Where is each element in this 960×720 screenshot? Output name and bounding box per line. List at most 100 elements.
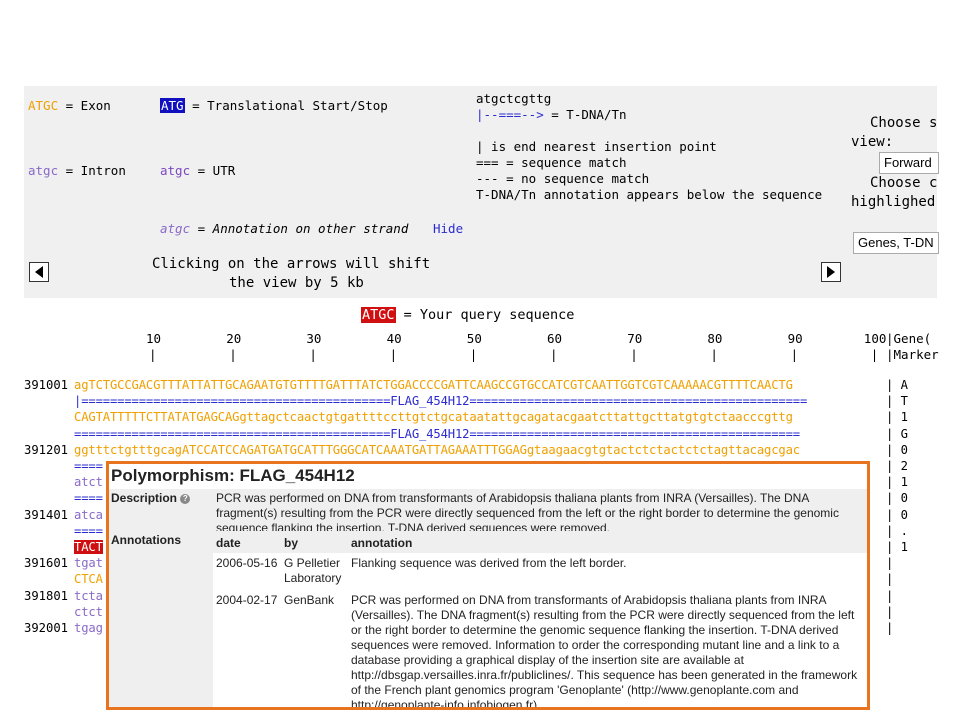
legend-other-strand: atgc = Annotation on other strand [160, 221, 416, 236]
gene-marker-cell: | 0 [886, 491, 909, 506]
start-label: = Translational Start/Stop [184, 98, 388, 113]
ruler-tick-mark: | [550, 347, 558, 362]
sequence-line: tcta [74, 588, 103, 603]
gene-marker-cell: | A [886, 378, 909, 392]
sequence-line: TACT [74, 540, 103, 554]
query-sample: ATGC [361, 307, 396, 323]
description-row: Description ? PCR was performed on DNA f… [109, 489, 867, 535]
gene-marker-cell: | [886, 572, 894, 587]
gene-marker-cell: | [886, 556, 894, 571]
legend-panel: ATGC = Exon ATG = Translational Start/St… [24, 86, 939, 298]
ruler-tick-mark: | [389, 347, 398, 362]
sequence-line: ggtttctgtttgcagATCCATCCAGATGATGCATTTGGGC… [74, 442, 800, 457]
sequence-line: |=======================================… [74, 394, 808, 409]
col-annotation-header: annotation [351, 536, 413, 550]
gene-marker-cell: | . [886, 523, 909, 538]
ruler-tick-label: 30 [306, 331, 322, 346]
polymorphism-popup: Polymorphism: FLAG_454H12 Description ? … [106, 461, 870, 710]
gene-marker-cell: | T [886, 394, 909, 409]
gene-marker-cell: | 0 [886, 442, 909, 457]
match-note: === = sequence match [476, 155, 627, 170]
annotations-label: Annotations [111, 533, 181, 547]
utr-label: = UTR [190, 163, 236, 178]
gene-marker-cell: | 1 [886, 410, 909, 425]
choose-highlight-label: Choose c [870, 175, 938, 191]
sequence-line: CTCA [74, 572, 103, 587]
ruler-tick-label: 100 [863, 331, 887, 346]
tdna-label: = T-DNA/Tn [543, 107, 627, 122]
annotations-row: Annotations date by annotation 2006-05-1… [109, 531, 867, 707]
choose-highlight-label-2: highlighed [851, 194, 936, 210]
sequence-position: 391201 [24, 442, 69, 457]
exon-sample: ATGC [28, 98, 59, 113]
sequence-line: ========================================… [74, 426, 800, 441]
popup-title: Polymorphism: FLAG_454H12 [111, 466, 355, 485]
sequence-line: agTCTGCCGACGTTTATTATTGCAGAATGTGTTTTGATTT… [74, 378, 793, 392]
legend-utr: atgc = UTR [160, 163, 235, 178]
sequence-line: ctct [74, 604, 103, 619]
annotation-note: T-DNA/Tn annotation appears below the se… [476, 187, 823, 202]
legend-tdna: |--===--> = T-DNA/Tn [476, 107, 627, 122]
shift-left-button[interactable] [29, 262, 49, 282]
ruler-tick-mark: | [309, 347, 317, 362]
description-label: Description ? [111, 491, 191, 505]
hide-link[interactable]: Hide [433, 221, 463, 236]
marker-header-label: Marker [893, 347, 939, 362]
legend-start: ATG = Translational Start/Stop [160, 98, 388, 113]
gene-marker-cell: | 2 [886, 459, 909, 473]
gene-marker-cell: | G [886, 426, 909, 441]
sequence-line: ==== [74, 491, 103, 506]
ruler-tick-label: 80 [707, 331, 723, 346]
sequence-position: 391801 [24, 588, 69, 603]
row2-date: 2004-02-17 [216, 593, 278, 607]
help-icon[interactable]: ? [180, 493, 191, 504]
view-select[interactable]: Forward [879, 152, 939, 174]
row1-date: 2006-05-16 [216, 556, 278, 570]
description-label-text: Description [111, 491, 178, 505]
highlight-select-value: Genes, T-DN [858, 235, 934, 250]
gene-marker-cell: | 0 [886, 507, 909, 522]
sequence-position: 391601 [24, 556, 69, 571]
sequence-position: 391001 [24, 378, 69, 392]
query-legend: ATGC = Your query sequence [361, 307, 574, 323]
sequence-line: atca [74, 507, 103, 522]
highlight-select[interactable]: Genes, T-DN [853, 232, 939, 254]
ruler-tick-label: 90 [787, 331, 803, 346]
ruler-tick-mark: | [710, 347, 718, 362]
legend-intron: atgc = Intron [28, 163, 126, 178]
ruler-tick-mark: | [630, 347, 638, 362]
tdna-arrow: |--===--> [476, 107, 544, 122]
arrow-left-icon [35, 266, 43, 278]
row2-by: GenBank [284, 593, 335, 607]
col-date-header: date [216, 536, 241, 550]
sequence-line: tgat [74, 556, 103, 571]
row1-annotation: Flanking sequence was derived from the l… [351, 556, 627, 570]
other-strand-sample: atgc [160, 221, 191, 236]
gene-marker-cell: | [886, 604, 894, 619]
end-point-note: | is end nearest insertion point [476, 139, 717, 154]
ruler-tick-mark: | [790, 347, 799, 362]
shift-text-line1: Clicking on the arrows will shift [152, 256, 431, 272]
other-strand-label: = Annotation on other strand [190, 221, 416, 236]
gene-header: |Gene( [886, 331, 932, 346]
ruler-tick-mark: | [469, 347, 478, 362]
query-label: = Your query sequence [395, 307, 575, 323]
sequence-line: atct [74, 475, 103, 490]
sequence-line: ==== [74, 459, 103, 473]
ruler-tick-mark: | [870, 347, 879, 362]
sequence-position: 391401 [24, 507, 69, 522]
intron-label: = Intron [58, 163, 126, 178]
sequence-line: CAGTATTTTTCTTATATGAGCAGgttagctcaactgtgat… [74, 410, 793, 425]
shift-text-line2: the view by 5 kb [229, 275, 364, 291]
gene-marker-cell: | 1 [886, 540, 909, 554]
nomatch-note: --- = no sequence match [476, 171, 650, 186]
gene-marker-cell: | [886, 588, 894, 603]
sequence-line: ==== [74, 523, 103, 538]
ruler-tick-label: 70 [627, 331, 643, 346]
ruler-tick-mark: | [229, 347, 237, 362]
shift-right-button[interactable] [821, 262, 841, 282]
description-text: PCR was performed on DNA from transforma… [216, 491, 839, 535]
ruler-tick-mark: | [149, 347, 157, 362]
col-by-header: by [284, 536, 299, 550]
ruler-tick-label: 10 [146, 331, 162, 346]
